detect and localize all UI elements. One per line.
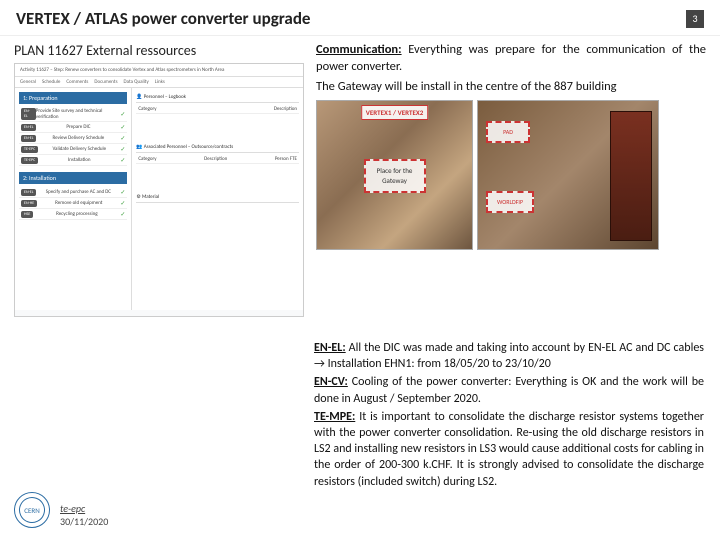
plan-row: EN-ELReview Delivery Schedule✓ <box>19 133 127 144</box>
rack-visual <box>610 111 652 241</box>
slide-title: VERTEX / ATLAS power converter upgrade <box>16 8 311 29</box>
worldfip-label: WORLDFIP <box>486 191 534 213</box>
footer-text: te-epc 30/11/2020 <box>60 502 108 528</box>
photo-rack: PAD WORLDFIP <box>477 100 659 250</box>
plan-tabs: General Schedule Comments Documents Data… <box>15 77 303 88</box>
section-head: 2: Installation <box>19 172 127 184</box>
tab: Data Quality <box>124 79 149 85</box>
tab: Documents <box>94 79 117 85</box>
enel-paragraph: EN-EL: All the DIC was made and taking i… <box>314 340 704 372</box>
tab: Schedule <box>42 79 60 85</box>
plan-row: EN-HERemove old equipment✓ <box>19 198 127 209</box>
encv-paragraph: EN-CV: Cooling of the power converter: E… <box>314 374 704 406</box>
slide-header: VERTEX / ATLAS power converter upgrade 3 <box>0 0 720 36</box>
photo-area: VERTEX1 / VERTEX2 Place for the Gateway … <box>316 100 706 250</box>
vertex-label: VERTEX1 / VERTEX2 <box>361 105 429 120</box>
lower-text-block: EN-EL: All the DIC was made and taking i… <box>298 338 720 492</box>
col-head: CategoryDescription <box>136 105 299 114</box>
plan-right-panel: 👤 Personnel – Logbook CategoryDescriptio… <box>132 88 303 310</box>
mini-head: ⚙ Material <box>136 192 299 203</box>
gateway-label: Place for the Gateway <box>364 159 426 193</box>
encv-text: Cooling of the power converter: Everythi… <box>314 375 704 405</box>
plan-body: 1: Preparation EN-ELProvide Site survey … <box>15 88 303 310</box>
plan-row: HSERecycling processing✓ <box>19 209 127 220</box>
right-column: Communication: Everything was prepare fo… <box>316 42 706 317</box>
left-column: PLAN 11627 External ressources Activity … <box>14 42 304 317</box>
tab: General <box>20 79 36 85</box>
footer-date: 30/11/2020 <box>60 515 108 528</box>
tab: Comments <box>66 79 88 85</box>
plan-left-panel: 1: Preparation EN-ELProvide Site survey … <box>15 88 132 310</box>
plan-header-text: Activity 11627 – Step: Renew converters … <box>15 64 303 77</box>
communication-paragraph: Communication: Everything was prepare fo… <box>316 42 706 76</box>
page-number: 3 <box>686 10 704 28</box>
tempe-paragraph: TE-MPE: It is important to consolidate t… <box>314 409 704 490</box>
pad-label: PAD <box>486 121 530 143</box>
encv-label: EN-CV: <box>314 375 348 389</box>
photo-building-interior: VERTEX1 / VERTEX2 Place for the Gateway <box>316 100 473 250</box>
enel-text: All the DIC was made and taking into acc… <box>314 341 704 371</box>
mini-head: 👤 Personnel – Logbook <box>136 92 299 103</box>
content-area: PLAN 11627 External ressources Activity … <box>0 36 720 317</box>
plan-row: EN-ELSpecify and purchase AC and DC✓ <box>19 187 127 198</box>
gateway-paragraph: The Gateway will be install in the centr… <box>316 79 706 96</box>
col-head: CategoryDescriptionPerson FTE <box>136 155 299 164</box>
cern-logo-icon: CERN <box>14 492 50 528</box>
enel-label: EN-EL: <box>314 341 346 355</box>
footer-dept: te-epc <box>60 502 108 515</box>
plan-subtitle: PLAN 11627 External ressources <box>14 42 304 59</box>
plan-row: TE-EPCValidate Delivery Schedule✓ <box>19 144 127 155</box>
mini-head: 👥 Associated Personnel – Outsource/contr… <box>136 142 299 153</box>
plan-row: EN-ELPrepare DIC✓ <box>19 122 127 133</box>
comm-label: Communication: <box>316 42 402 57</box>
plan-screenshot: Activity 11627 – Step: Renew converters … <box>14 63 304 317</box>
plan-row: EN-ELProvide Site survey and technical v… <box>19 107 127 122</box>
tempe-label: TE-MPE: <box>314 410 355 424</box>
tab: Links <box>155 79 165 85</box>
tempe-text: It is important to consolidate the disch… <box>314 410 704 489</box>
plan-row: TE-EPCInstallation✓ <box>19 155 127 166</box>
footer: CERN te-epc 30/11/2020 <box>14 492 108 528</box>
section-head: 1: Preparation <box>19 92 127 104</box>
